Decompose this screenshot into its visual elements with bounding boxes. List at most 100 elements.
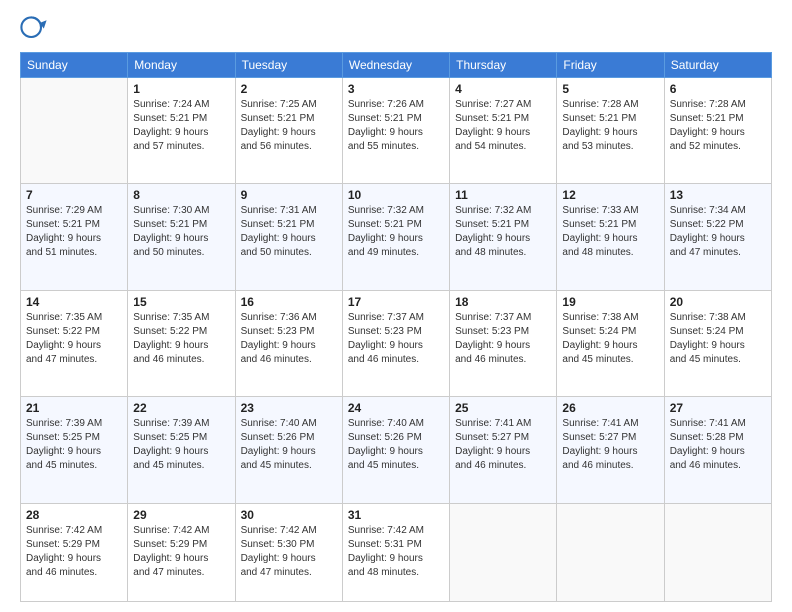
calendar-cell: 18 Sunrise: 7:37 AM Sunset: 5:23 PM Dayli… bbox=[450, 290, 557, 396]
day-number: 7 bbox=[26, 188, 122, 202]
day-info: Sunrise: 7:24 AM Sunset: 5:21 PM Dayligh… bbox=[133, 98, 229, 154]
calendar-header-tuesday: Tuesday bbox=[235, 53, 342, 78]
day-number: 13 bbox=[670, 188, 766, 202]
calendar-cell: 6 Sunrise: 7:28 AM Sunset: 5:21 PM Daylig… bbox=[664, 78, 771, 184]
day-info: Sunrise: 7:37 AM Sunset: 5:23 PM Dayligh… bbox=[455, 311, 551, 367]
calendar-cell: 30 Sunrise: 7:42 AM Sunset: 5:30 PM Dayli… bbox=[235, 503, 342, 601]
day-info: Sunrise: 7:35 AM Sunset: 5:22 PM Dayligh… bbox=[133, 311, 229, 367]
calendar-cell: 2 Sunrise: 7:25 AM Sunset: 5:21 PM Daylig… bbox=[235, 78, 342, 184]
day-number: 9 bbox=[241, 188, 337, 202]
day-info: Sunrise: 7:36 AM Sunset: 5:23 PM Dayligh… bbox=[241, 311, 337, 367]
day-number: 23 bbox=[241, 401, 337, 415]
day-number: 10 bbox=[348, 188, 444, 202]
day-number: 26 bbox=[562, 401, 658, 415]
calendar-cell bbox=[664, 503, 771, 601]
day-info: Sunrise: 7:26 AM Sunset: 5:21 PM Dayligh… bbox=[348, 98, 444, 154]
day-info: Sunrise: 7:30 AM Sunset: 5:21 PM Dayligh… bbox=[133, 204, 229, 260]
day-number: 19 bbox=[562, 295, 658, 309]
day-info: Sunrise: 7:35 AM Sunset: 5:22 PM Dayligh… bbox=[26, 311, 122, 367]
calendar-cell: 11Sunrise: 7:32 AM Sunset: 5:21 PM Dayli… bbox=[450, 184, 557, 290]
day-number: 6 bbox=[670, 82, 766, 96]
day-info: Sunrise: 7:39 AM Sunset: 5:25 PM Dayligh… bbox=[133, 417, 229, 473]
day-info: Sunrise: 7:28 AM Sunset: 5:21 PM Dayligh… bbox=[562, 98, 658, 154]
calendar-week-1: 1 Sunrise: 7:24 AM Sunset: 5:21 PM Daylig… bbox=[21, 78, 772, 184]
day-number: 25 bbox=[455, 401, 551, 415]
day-number: 28 bbox=[26, 508, 122, 522]
calendar-cell: 5 Sunrise: 7:28 AM Sunset: 5:21 PM Daylig… bbox=[557, 78, 664, 184]
day-number: 29 bbox=[133, 508, 229, 522]
calendar-cell bbox=[557, 503, 664, 601]
calendar-cell: 24 Sunrise: 7:40 AM Sunset: 5:26 PM Dayli… bbox=[342, 397, 449, 503]
day-info: Sunrise: 7:41 AM Sunset: 5:27 PM Dayligh… bbox=[562, 417, 658, 473]
calendar-cell: 23 Sunrise: 7:40 AM Sunset: 5:26 PM Dayli… bbox=[235, 397, 342, 503]
day-number: 27 bbox=[670, 401, 766, 415]
calendar-cell: 7 Sunrise: 7:29 AM Sunset: 5:21 PM Daylig… bbox=[21, 184, 128, 290]
day-number: 14 bbox=[26, 295, 122, 309]
day-info: Sunrise: 7:34 AM Sunset: 5:22 PM Dayligh… bbox=[670, 204, 766, 260]
calendar-cell: 10 Sunrise: 7:32 AM Sunset: 5:21 PM Dayli… bbox=[342, 184, 449, 290]
calendar-cell: 9 Sunrise: 7:31 AM Sunset: 5:21 PM Daylig… bbox=[235, 184, 342, 290]
day-info: Sunrise: 7:33 AM Sunset: 5:21 PM Dayligh… bbox=[562, 204, 658, 260]
day-number: 16 bbox=[241, 295, 337, 309]
day-info: Sunrise: 7:42 AM Sunset: 5:31 PM Dayligh… bbox=[348, 524, 444, 580]
calendar-table: SundayMondayTuesdayWednesdayThursdayFrid… bbox=[20, 52, 772, 602]
day-info: Sunrise: 7:40 AM Sunset: 5:26 PM Dayligh… bbox=[348, 417, 444, 473]
day-info: Sunrise: 7:41 AM Sunset: 5:28 PM Dayligh… bbox=[670, 417, 766, 473]
day-info: Sunrise: 7:42 AM Sunset: 5:29 PM Dayligh… bbox=[133, 524, 229, 580]
day-number: 21 bbox=[26, 401, 122, 415]
day-number: 30 bbox=[241, 508, 337, 522]
day-number: 20 bbox=[670, 295, 766, 309]
calendar-cell: 4Sunrise: 7:27 AM Sunset: 5:21 PM Daylig… bbox=[450, 78, 557, 184]
day-info: Sunrise: 7:42 AM Sunset: 5:30 PM Dayligh… bbox=[241, 524, 337, 580]
day-info: Sunrise: 7:42 AM Sunset: 5:29 PM Dayligh… bbox=[26, 524, 122, 580]
calendar-cell: 14 Sunrise: 7:35 AM Sunset: 5:22 PM Dayli… bbox=[21, 290, 128, 396]
calendar-cell: 28 Sunrise: 7:42 AM Sunset: 5:29 PM Dayli… bbox=[21, 503, 128, 601]
calendar-cell: 25Sunrise: 7:41 AM Sunset: 5:27 PM Dayli… bbox=[450, 397, 557, 503]
calendar-cell: 12 Sunrise: 7:33 AM Sunset: 5:21 PM Dayli… bbox=[557, 184, 664, 290]
day-info: Sunrise: 7:38 AM Sunset: 5:24 PM Dayligh… bbox=[562, 311, 658, 367]
day-number: 12 bbox=[562, 188, 658, 202]
calendar-cell: 3 Sunrise: 7:26 AM Sunset: 5:21 PM Daylig… bbox=[342, 78, 449, 184]
day-number: 4 bbox=[455, 82, 551, 96]
calendar-cell: 29 Sunrise: 7:42 AM Sunset: 5:29 PM Dayli… bbox=[128, 503, 235, 601]
header bbox=[20, 16, 772, 44]
calendar-cell: 13 Sunrise: 7:34 AM Sunset: 5:22 PM Dayli… bbox=[664, 184, 771, 290]
logo bbox=[20, 16, 52, 44]
day-info: Sunrise: 7:28 AM Sunset: 5:21 PM Dayligh… bbox=[670, 98, 766, 154]
day-info: Sunrise: 7:39 AM Sunset: 5:25 PM Dayligh… bbox=[26, 417, 122, 473]
calendar-week-5: 28 Sunrise: 7:42 AM Sunset: 5:29 PM Dayli… bbox=[21, 503, 772, 601]
day-info: Sunrise: 7:25 AM Sunset: 5:21 PM Dayligh… bbox=[241, 98, 337, 154]
day-number: 1 bbox=[133, 82, 229, 96]
day-number: 22 bbox=[133, 401, 229, 415]
day-number: 11 bbox=[455, 188, 551, 202]
day-info: Sunrise: 7:40 AM Sunset: 5:26 PM Dayligh… bbox=[241, 417, 337, 473]
day-number: 5 bbox=[562, 82, 658, 96]
calendar-cell: 20 Sunrise: 7:38 AM Sunset: 5:24 PM Dayli… bbox=[664, 290, 771, 396]
calendar-cell: 15 Sunrise: 7:35 AM Sunset: 5:22 PM Dayli… bbox=[128, 290, 235, 396]
day-info: Sunrise: 7:29 AM Sunset: 5:21 PM Dayligh… bbox=[26, 204, 122, 260]
day-info: Sunrise: 7:37 AM Sunset: 5:23 PM Dayligh… bbox=[348, 311, 444, 367]
day-number: 18 bbox=[455, 295, 551, 309]
day-number: 2 bbox=[241, 82, 337, 96]
day-info: Sunrise: 7:31 AM Sunset: 5:21 PM Dayligh… bbox=[241, 204, 337, 260]
calendar-header-row: SundayMondayTuesdayWednesdayThursdayFrid… bbox=[21, 53, 772, 78]
calendar-cell: 27 Sunrise: 7:41 AM Sunset: 5:28 PM Dayli… bbox=[664, 397, 771, 503]
day-number: 24 bbox=[348, 401, 444, 415]
page: SundayMondayTuesdayWednesdayThursdayFrid… bbox=[0, 0, 792, 612]
day-number: 8 bbox=[133, 188, 229, 202]
calendar-cell: 26 Sunrise: 7:41 AM Sunset: 5:27 PM Dayli… bbox=[557, 397, 664, 503]
day-number: 15 bbox=[133, 295, 229, 309]
calendar-header-sunday: Sunday bbox=[21, 53, 128, 78]
calendar-cell: 31 Sunrise: 7:42 AM Sunset: 5:31 PM Dayli… bbox=[342, 503, 449, 601]
calendar-cell: 8 Sunrise: 7:30 AM Sunset: 5:21 PM Daylig… bbox=[128, 184, 235, 290]
calendar-cell bbox=[21, 78, 128, 184]
day-number: 3 bbox=[348, 82, 444, 96]
calendar-header-thursday: Thursday bbox=[450, 53, 557, 78]
calendar-header-wednesday: Wednesday bbox=[342, 53, 449, 78]
calendar-cell: 16 Sunrise: 7:36 AM Sunset: 5:23 PM Dayli… bbox=[235, 290, 342, 396]
logo-icon bbox=[20, 16, 48, 44]
day-info: Sunrise: 7:32 AM Sunset: 5:21 PM Dayligh… bbox=[348, 204, 444, 260]
day-number: 17 bbox=[348, 295, 444, 309]
day-info: Sunrise: 7:38 AM Sunset: 5:24 PM Dayligh… bbox=[670, 311, 766, 367]
day-number: 31 bbox=[348, 508, 444, 522]
